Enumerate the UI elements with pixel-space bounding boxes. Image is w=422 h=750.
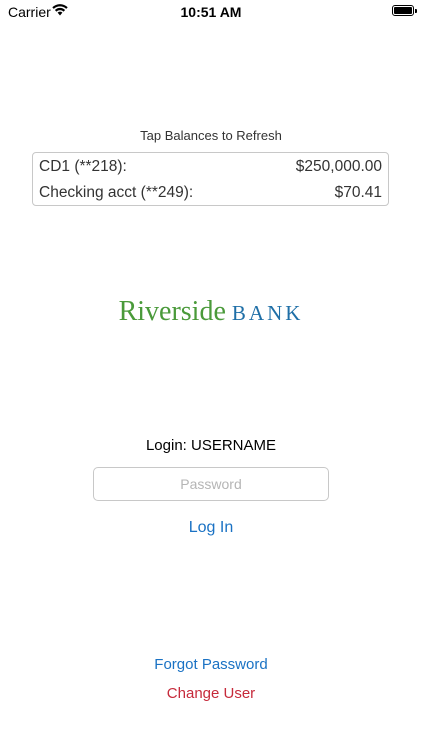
login-username-label: Login: USERNAME (145, 437, 277, 454)
log-in-button[interactable]: Log In (0, 519, 422, 537)
change-user-link[interactable]: Change User (0, 685, 422, 702)
status-bar: Carrier 10:51 AM (0, 0, 422, 24)
account-amount: $250,000.00 (295, 158, 382, 175)
refresh-hint: Tap Balances to Refresh (140, 128, 282, 143)
logo-primary-text: Riverside (118, 296, 226, 327)
bank-logo: Riverside BANK (0, 296, 422, 328)
logo-secondary-text: BANK (231, 301, 304, 325)
forgot-password-link[interactable]: Forgot Password (0, 656, 422, 673)
account-name: Checking acct (**249): (39, 184, 194, 201)
account-name: CD1 (**218): (39, 158, 127, 175)
clock: 10:51 AM (180, 4, 242, 20)
balance-row-cd1[interactable]: CD1 (**218): $250,000.00 (39, 155, 382, 179)
account-amount: $70.41 (334, 184, 382, 201)
balances-panel[interactable]: CD1 (**218): $250,000.00 Checking acct (… (32, 152, 389, 206)
battery-icon (392, 5, 417, 16)
password-input[interactable] (93, 467, 329, 501)
balance-row-checking[interactable]: Checking acct (**249): $70.41 (39, 181, 382, 205)
